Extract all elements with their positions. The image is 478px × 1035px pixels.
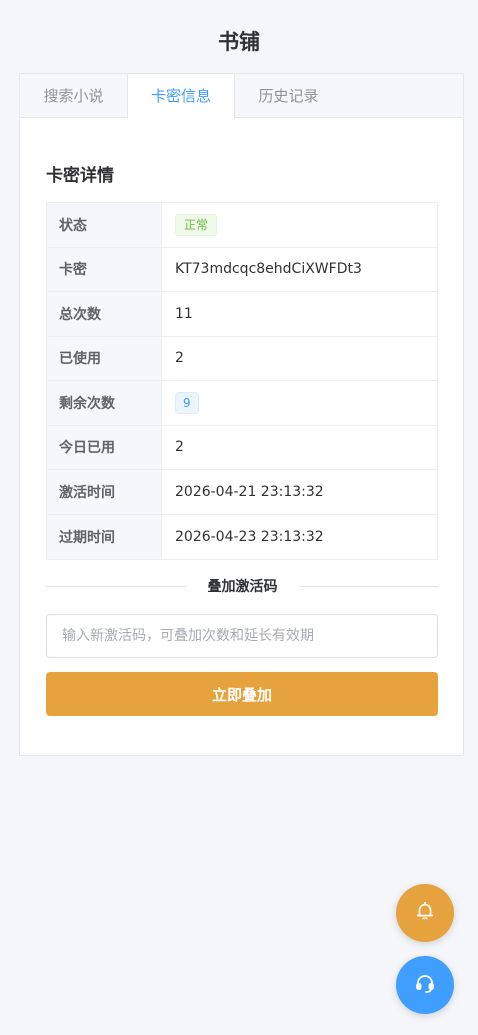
used-value: 2 [175,350,184,367]
activation-code-input[interactable] [46,614,438,658]
row-label-activation-time: 激活时间 [47,470,162,514]
page: 书铺 搜索小说 卡密信息 历史记录 卡密详情 状态 正常 卡密 KT73mdcq… [0,0,478,1035]
table-row: 剩余次数 9 [47,381,437,426]
table-row: 已使用 2 [47,336,437,381]
row-label-today-used: 今日已用 [47,425,162,469]
tab-bar: 搜索小说 卡密信息 历史记录 [20,74,463,119]
card-key-value: KT73mdcqc8ehdCiXWFDt3 [175,261,362,278]
status-badge: 正常 [175,213,218,236]
row-label-status: 状态 [47,203,162,247]
headset-icon [413,971,437,999]
table-row: 激活时间 2026-04-21 23:13:32 [47,470,437,515]
details-table: 状态 正常 卡密 KT73mdcqc8ehdCiXWFDt3 总次数 11 已使… [46,202,438,560]
customer-support-button[interactable] [396,956,454,1014]
today-used-value: 2 [175,439,184,456]
row-label-expiry-time: 过期时间 [47,514,162,559]
divider-label: 叠加激活码 [185,579,300,595]
expiry-time-value: 2026-04-23 23:13:32 [175,528,324,545]
table-row: 状态 正常 [47,203,437,248]
tab-search-novels[interactable]: 搜索小说 [20,74,127,118]
stack-now-button[interactable]: 立即叠加 [46,672,438,716]
row-label-card-key: 卡密 [47,247,162,291]
table-row: 今日已用 2 [47,425,437,470]
tab-card-info[interactable]: 卡密信息 [127,74,235,119]
table-row: 过期时间 2026-04-23 23:13:32 [47,514,437,559]
bell-icon [414,900,436,926]
main-card: 搜索小说 卡密信息 历史记录 卡密详情 状态 正常 卡密 KT73mdcqc8e… [19,73,464,756]
remaining-badge: 9 [175,391,199,414]
section-title: 卡密详情 [46,166,114,186]
tab-history[interactable]: 历史记录 [235,74,342,118]
table-row: 总次数 11 [47,292,437,337]
total-count-value: 11 [175,305,193,322]
row-label-remaining: 剩余次数 [47,381,162,425]
activation-time-value: 2026-04-21 23:13:32 [175,483,324,500]
notification-button[interactable] [396,884,454,942]
row-label-used: 已使用 [47,336,162,380]
table-row: 卡密 KT73mdcqc8ehdCiXWFDt3 [47,247,437,292]
page-title: 书铺 [218,30,260,54]
row-label-total-count: 总次数 [47,292,162,336]
